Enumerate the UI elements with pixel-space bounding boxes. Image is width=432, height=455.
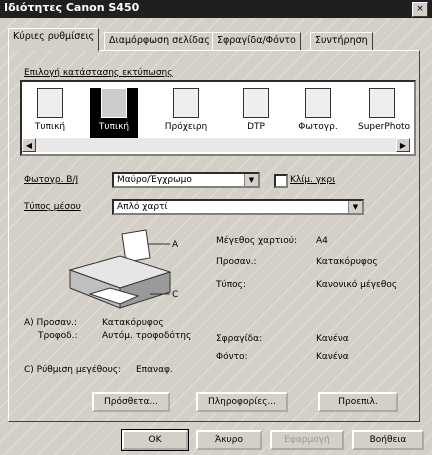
media-item[interactable]: Πρόχειρη: [162, 88, 210, 142]
a-feed-value: Αυτόμ. τροφοδότης: [102, 331, 192, 341]
paper-size-value: A4: [316, 236, 328, 246]
draft-icon: [173, 88, 199, 118]
a-orientation-label: A) Προσαν.:: [24, 318, 78, 328]
apply-button[interactable]: Εφαρμογή: [270, 430, 344, 450]
media-type-select[interactable]: Απλό χαρτί ▼: [112, 199, 364, 215]
scroll-left-icon[interactable]: ◀: [22, 138, 36, 152]
background-value: Κανένα: [316, 352, 349, 362]
stamp-label: Σφραγίδα:: [216, 334, 263, 344]
superphoto-icon: [369, 88, 395, 118]
title-bar: Ιδιότητες Canon S450 ×: [0, 0, 432, 18]
media-item[interactable]: Φωτογρ.: [294, 88, 342, 142]
type-value: Κανονικό μέγεθος: [316, 280, 398, 290]
document-icon: [37, 88, 63, 118]
extra-button[interactable]: Πρόσθετα...: [92, 392, 170, 412]
color-select[interactable]: Μαύρο/Έγχρωμο ▼: [112, 172, 260, 188]
print-mode-label: Επιλογή κατάστασης εκτύπωσης: [24, 68, 173, 78]
dtp-icon: [243, 88, 269, 118]
printer-preview-image: [68, 229, 172, 309]
horizontal-scrollbar[interactable]: ◀ ▶: [22, 138, 410, 152]
media-item-selected[interactable]: Τυπική: [90, 88, 138, 142]
background-label: Φόντο:: [216, 352, 248, 362]
media-item[interactable]: DTP: [232, 88, 280, 142]
type-label: Τύπος:: [216, 280, 246, 290]
tab-main-settings[interactable]: Κύριες ρυθμίσεις: [8, 28, 100, 51]
stamp-value: Κανένα: [316, 334, 349, 344]
c-size-label: C) Ρύθμιση μεγέθους:: [24, 365, 122, 375]
cancel-button[interactable]: Άκυρο: [196, 430, 262, 450]
tab-stamp-background[interactable]: Σφραγίδα/Φόντο: [212, 32, 301, 50]
a-orientation-value: Κατακόρυφος: [102, 318, 164, 328]
color-label: Φωτογρ. B/J: [24, 175, 79, 185]
tab-page-setup[interactable]: Διαμόρφωση σελίδας: [104, 32, 215, 50]
paper-size-label: Μέγεθος χαρτιού:: [216, 236, 298, 246]
info-button[interactable]: Πληροφορίες...: [196, 392, 288, 412]
paper-shape: [121, 229, 151, 263]
tab-maintenance[interactable]: Συντήρηση: [310, 32, 373, 50]
defaults-button[interactable]: Προεπιλ.: [318, 392, 398, 412]
chevron-down-icon: ▼: [348, 201, 362, 213]
callout-a-label: A: [172, 240, 179, 250]
grayscale-label: Κλίμ. γκρι: [290, 175, 336, 185]
callout-c-label: C: [172, 290, 179, 300]
help-button[interactable]: Βοήθεια: [352, 430, 424, 450]
window-title: Ιδιότητες Canon S450: [4, 1, 140, 14]
photo-icon: [305, 88, 331, 118]
scroll-right-icon[interactable]: ▶: [396, 138, 410, 152]
a-feed-label: Τροφοδ.:: [38, 331, 78, 341]
c-size-value: Επαναφ.: [136, 365, 173, 375]
media-item[interactable]: Τυπική: [26, 88, 74, 142]
orientation-value: Κατακόρυφος: [316, 257, 378, 267]
grayscale-checkbox[interactable]: [274, 174, 288, 188]
document-icon: [101, 88, 127, 118]
ok-button[interactable]: OK: [121, 429, 189, 451]
close-icon[interactable]: ×: [412, 2, 428, 17]
chevron-down-icon: ▼: [244, 174, 258, 186]
media-item[interactable]: SuperPhoto: [358, 88, 410, 142]
media-type-label: Τύπος μέσου: [24, 202, 81, 212]
orientation-label: Προσαν.:: [216, 257, 257, 267]
